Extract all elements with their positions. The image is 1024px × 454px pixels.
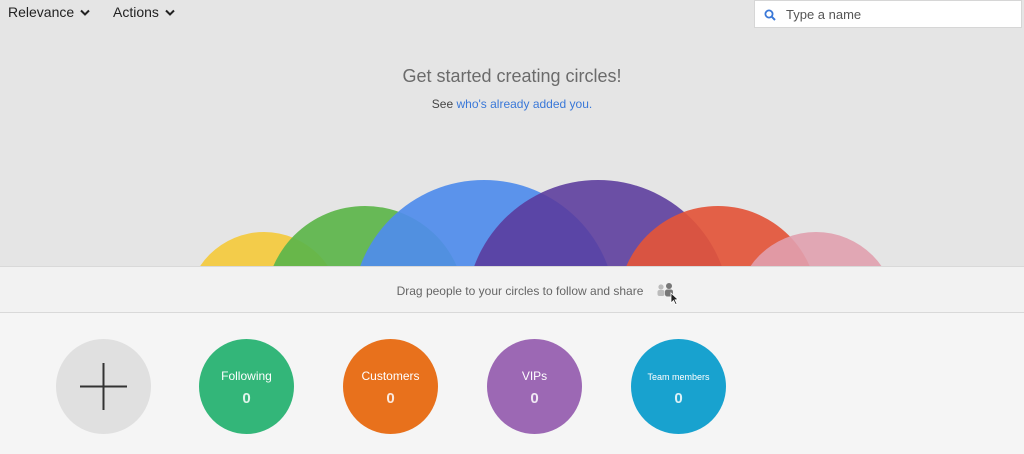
relevance-label: Relevance [8,4,75,20]
search-input[interactable] [784,5,1008,23]
search-icon [764,8,776,21]
circle-count: 0 [242,390,251,407]
drag-hint-bar: Drag people to your circles to follow an… [0,266,1024,313]
create-circle-button[interactable] [56,339,151,434]
circle-count: 0 [386,390,395,407]
circle-count: 0 [530,390,539,407]
drag-hint-text: Drag people to your circles to follow an… [396,284,644,298]
circle-following[interactable]: Following 0 [199,339,294,434]
chevron-down-icon [80,4,90,20]
circle-vips[interactable]: VIPs 0 [487,339,582,434]
search-box[interactable] [754,0,1022,28]
page-title: Get started creating circles! [402,66,622,86]
subtitle-prefix: See [431,97,454,111]
already-added-you-link[interactable]: who's already added you. [456,97,592,111]
plus-icon [80,363,127,410]
chevron-down-icon [165,4,175,20]
circles-row: Following 0 Customers 0 VIPs 0 Team memb… [0,313,1024,454]
toolbar: Relevance Actions [0,0,1024,28]
circle-name: VIPs [521,369,548,383]
circle-team-members[interactable]: Team members 0 [631,339,726,434]
subtitle: See who's already added you. [0,97,1024,111]
circle-name: Following [221,369,272,383]
circle-name: Team members [647,372,710,382]
circle-name: Customers [361,369,420,383]
relevance-menu[interactable]: Relevance [8,4,90,20]
actions-menu[interactable]: Actions [113,4,175,20]
circle-customers[interactable]: Customers 0 [343,339,438,434]
circle-arcs [0,170,1024,267]
drag-people-icon [655,281,679,306]
actions-label: Actions [113,4,159,20]
circle-count: 0 [674,390,683,407]
